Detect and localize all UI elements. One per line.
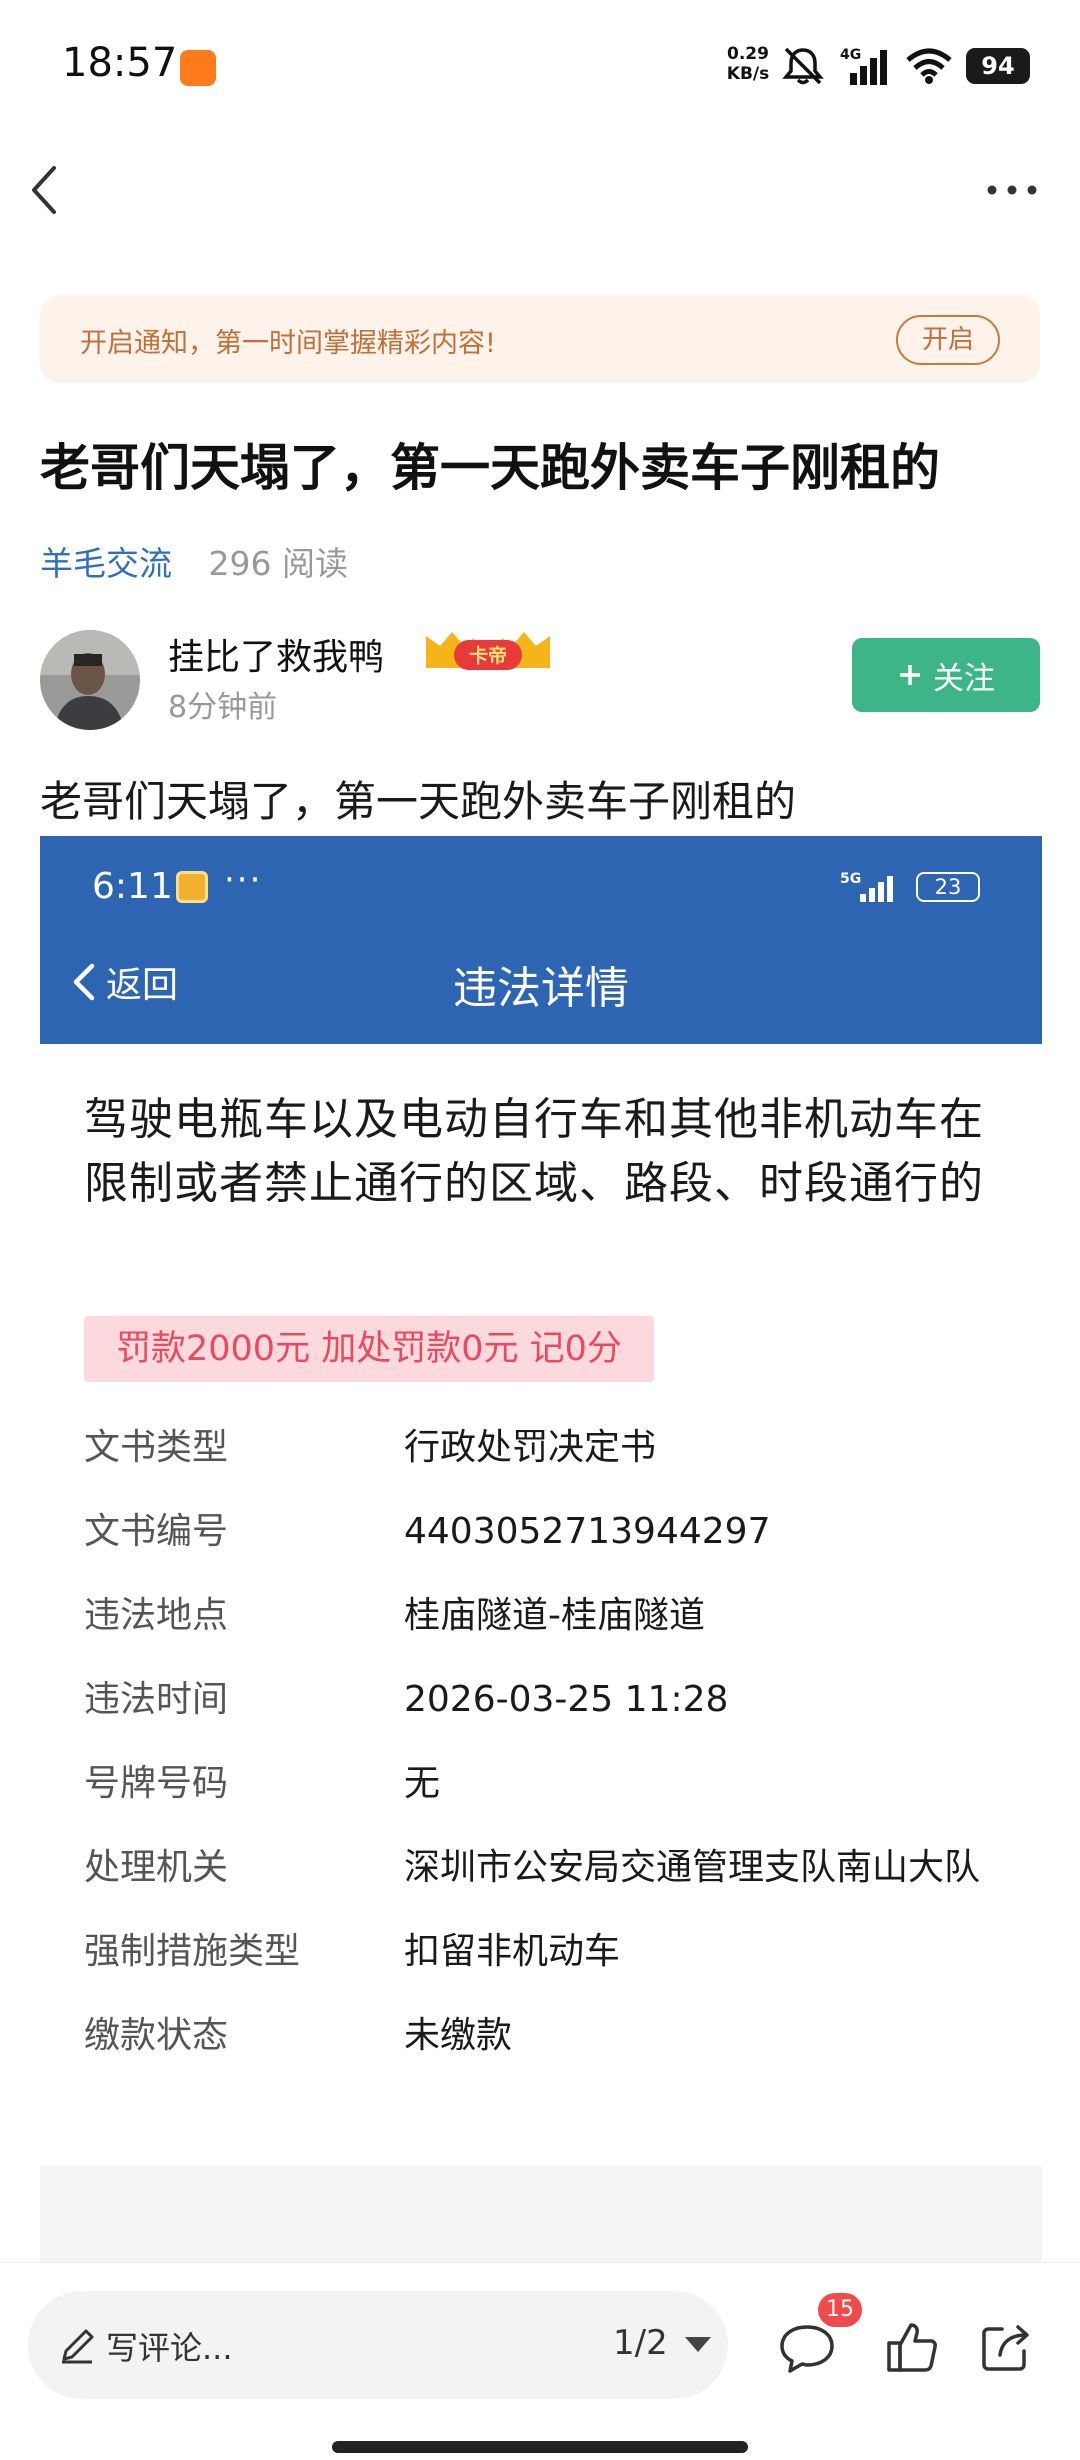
- detail-row: 文书类型 行政处罚决定书: [84, 1406, 1004, 1490]
- avatar[interactable]: [40, 630, 140, 730]
- status-icons: 4G 94: [780, 44, 1030, 88]
- detail-row: 违法时间 2026-03-25 11:28: [84, 1658, 1004, 1742]
- image-battery-level: 23: [934, 875, 962, 899]
- notification-banner: 开启通知，第一时间掌握精彩内容! 开启: [40, 295, 1040, 383]
- detail-value: 扣留非机动车: [404, 1931, 621, 1972]
- read-count: 296 阅读: [208, 544, 348, 583]
- post-image[interactable]: 6:11 ··· 5G 23 返回 违法详情 驾驶电瓶车以及电动自行车和其他非机…: [40, 836, 1042, 2266]
- comment-placeholder: 写评论...: [106, 2329, 233, 2367]
- violation-details: 文书类型 行政处罚决定书 文书编号 4403052713944297 违法地点 …: [84, 1406, 1004, 2078]
- pencil-icon: [62, 2329, 94, 2364]
- image-header: 6:11 ··· 5G 23 返回 违法详情: [40, 836, 1042, 1044]
- battery-icon: 94: [966, 48, 1030, 84]
- mute-icon: [782, 47, 824, 85]
- follow-label: 关注: [933, 660, 995, 697]
- vip-badge-icon: 卡帝: [426, 632, 550, 670]
- image-status-dots: ···: [224, 860, 263, 900]
- comment-count-badge: 15: [818, 2293, 862, 2327]
- net-speed: 0.29 KB/s: [718, 44, 778, 84]
- detail-row: 缴款状态 未缴款: [84, 1994, 1004, 2078]
- enable-notification-button[interactable]: 开启: [896, 315, 1000, 365]
- image-network-label: 5G: [840, 871, 861, 887]
- image-status-time: 6:11: [92, 866, 173, 907]
- detail-row: 文书编号 4403052713944297: [84, 1490, 1004, 1574]
- comment-icon[interactable]: [778, 2321, 836, 2377]
- bottom-bar: 写评论... 1/2 15: [0, 2262, 1080, 2460]
- detail-label: 违法地点: [84, 1595, 229, 1636]
- detail-row: 违法地点 桂庙隧道-桂庙隧道: [84, 1574, 1004, 1658]
- page-indicator[interactable]: 1/2: [613, 2323, 668, 2363]
- topic-link[interactable]: 羊毛交流: [40, 544, 172, 583]
- more-icon[interactable]: [984, 172, 1040, 208]
- detail-value: 行政处罚决定书: [404, 1427, 657, 1468]
- notification-text: 开启通知，第一时间掌握精彩内容!: [80, 328, 496, 359]
- net-speed-value: 0.29: [727, 44, 769, 64]
- detail-value: 4403052713944297: [404, 1511, 771, 1552]
- post-body: 老哥们天塌了，第一天跑外卖车子刚租的: [40, 777, 797, 826]
- detail-value: 2026-03-25 11:28: [404, 1679, 729, 1720]
- detail-label: 强制措施类型: [84, 1931, 301, 1972]
- detail-label: 处理机关: [84, 1847, 229, 1888]
- wifi-icon: [906, 48, 952, 84]
- net-speed-unit: KB/s: [726, 64, 770, 84]
- detail-label: 号牌号码: [84, 1763, 229, 1804]
- image-footer-area: [40, 2166, 1042, 2266]
- detail-row: 强制措施类型 扣留非机动车: [84, 1910, 1004, 1994]
- battery-level: 94: [981, 52, 1015, 80]
- detail-row: 号牌号码 无: [84, 1742, 1004, 1826]
- detail-label: 违法时间: [84, 1679, 229, 1720]
- detail-label: 文书编号: [84, 1511, 229, 1552]
- vip-badge-label: 卡帝: [469, 644, 507, 667]
- signal-icon: 4G: [840, 47, 887, 85]
- post-meta: 羊毛交流 296 阅读: [40, 537, 348, 585]
- image-battery-icon: 23: [916, 872, 980, 902]
- plus-icon: [900, 665, 920, 685]
- detail-value: 未缴款: [404, 2015, 513, 2056]
- image-app-icon: [176, 871, 208, 903]
- fine-tag: 罚款2000元 加处罚款0元 记0分: [84, 1316, 654, 1382]
- share-icon[interactable]: [978, 2319, 1034, 2375]
- post-time: 8分钟前: [168, 690, 278, 725]
- back-icon[interactable]: [24, 160, 64, 220]
- detail-value: 深圳市公安局交通管理支队南山大队: [404, 1847, 981, 1888]
- app-notification-icon: [180, 50, 216, 86]
- author-name[interactable]: 挂比了救我鸭: [168, 628, 384, 680]
- follow-button[interactable]: 关注: [852, 638, 1040, 712]
- image-page-title: 违法详情: [453, 963, 629, 1014]
- detail-value: 无: [404, 1763, 441, 1804]
- home-indicator[interactable]: [332, 2441, 748, 2453]
- detail-value: 桂庙隧道-桂庙隧道: [404, 1595, 705, 1636]
- detail-label: 缴款状态: [84, 2015, 229, 2056]
- detail-row: 处理机关 深圳市公安局交通管理支队南山大队: [84, 1826, 1004, 1910]
- violation-description: 驾驶电瓶车以及电动自行车和其他非机动车在限制或者禁止通行的区域、路段、时段通行的: [84, 1094, 984, 1209]
- comment-input[interactable]: 写评论... 1/2: [28, 2291, 728, 2399]
- post-title: 老哥们天塌了，第一天跑外卖车子刚租的: [40, 439, 940, 497]
- detail-label: 文书类型: [84, 1427, 229, 1468]
- network-label: 4G: [840, 47, 861, 63]
- image-signal-icon: 5G: [840, 871, 893, 902]
- status-bar: 18:57 0.29 KB/s 4G 94: [0, 0, 1080, 130]
- top-nav: [0, 150, 1080, 230]
- like-icon[interactable]: [884, 2319, 940, 2375]
- chevron-down-icon[interactable]: [685, 2337, 711, 2352]
- status-time: 18:57: [62, 40, 178, 86]
